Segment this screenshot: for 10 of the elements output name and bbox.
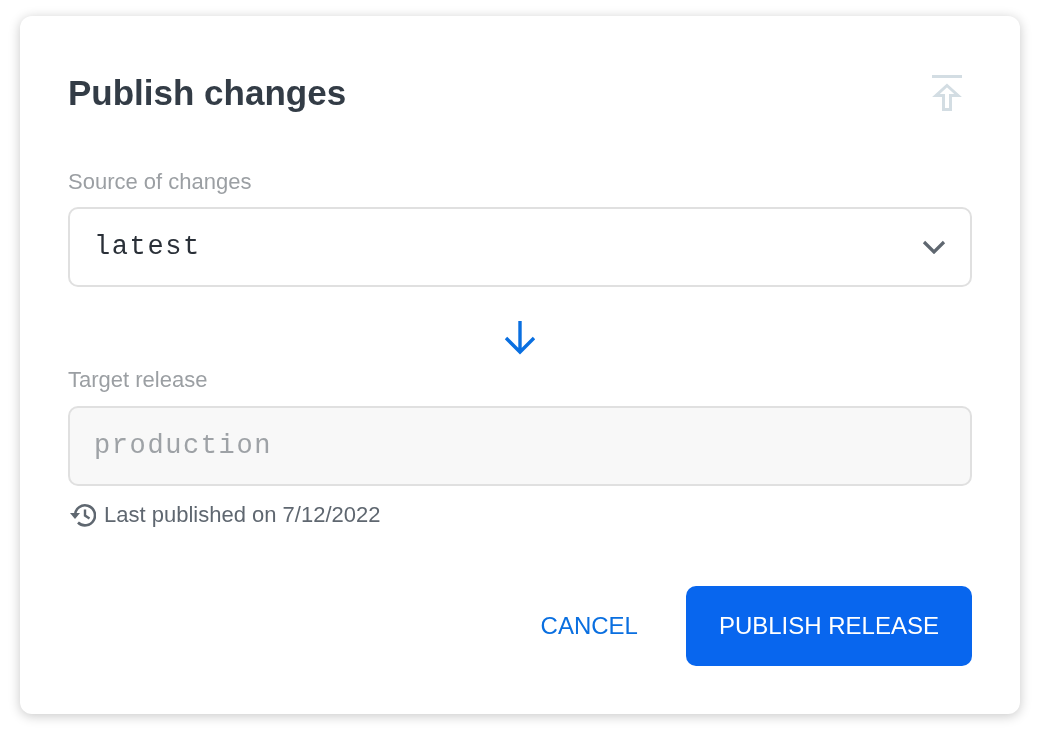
arrow-down-icon [503,319,537,356]
publish-release-button[interactable]: PUBLISH RELEASE [685,585,972,666]
dialog-title: Publish changes [68,72,347,114]
field-label: Target release [68,367,209,394]
field-label: Source of changes [68,169,253,196]
chevron-down-icon [922,240,946,255]
select-field[interactable]: latest [68,207,972,288]
cancel-button[interactable]: CANCEL [516,585,662,666]
history-icon [68,501,96,528]
last-published-text: Last published on 7/12/2022 [104,501,381,529]
